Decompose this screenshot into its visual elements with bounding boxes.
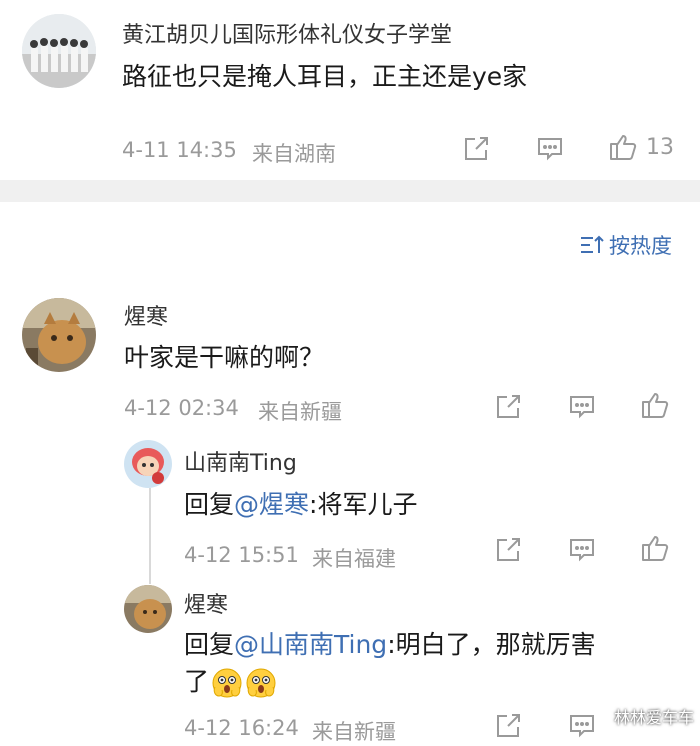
like-icon [610, 135, 637, 160]
reply-location: 来自福建 [312, 547, 396, 571]
reply-text-continued: 了 [184, 662, 277, 699]
comment-text: 路征也只是掩人耳目，正主还是ye家 [122, 62, 528, 91]
share-button[interactable] [494, 536, 522, 564]
comment-button[interactable] [568, 712, 596, 740]
reply-body-line2: 了 [184, 667, 210, 696]
like-button[interactable]: 13 [608, 132, 674, 162]
reply-time: 4-12 16:24 [184, 716, 299, 740]
thread-line [149, 488, 151, 584]
comment-location: 来自新疆 [258, 400, 342, 424]
shocked-face-emoji [212, 668, 242, 698]
reply-prefix: 回复 [184, 630, 235, 659]
share-icon [465, 137, 488, 160]
avatar[interactable] [22, 298, 96, 372]
avatar[interactable] [124, 440, 172, 488]
reply-username[interactable]: 煋寒 [184, 587, 228, 619]
like-icon [642, 393, 669, 418]
avatar[interactable] [124, 585, 172, 633]
like-count: 13 [646, 134, 674, 160]
reply-username[interactable]: 山南南Ting [184, 445, 297, 477]
comment-username[interactable]: 煋寒 [124, 299, 168, 331]
comment-icon [538, 138, 562, 161]
comment-location: 来自湖南 [252, 142, 336, 166]
share-icon [497, 395, 520, 418]
like-button[interactable] [640, 533, 670, 563]
section-divider [0, 180, 700, 202]
comment-button[interactable] [568, 536, 596, 564]
reply-time: 4-12 15:51 [184, 543, 299, 567]
like-icon [642, 536, 669, 561]
reply-body: :将军儿子 [309, 490, 418, 519]
sort-icon [581, 235, 604, 253]
sort-label: 按热度 [609, 234, 672, 258]
comment-time: 4-11 14:35 [122, 138, 237, 162]
shocked-face-emoji [246, 668, 276, 698]
comment-text: 叶家是干嘛的啊？ [124, 343, 325, 372]
reply-prefix: 回复 [184, 490, 235, 519]
comment-username[interactable]: 黄江胡贝儿国际形体礼仪女子学堂 [122, 17, 452, 49]
comment-icon [570, 715, 594, 738]
share-icon [497, 538, 520, 561]
share-icon [497, 714, 520, 737]
comment-icon [570, 539, 594, 562]
reply-location: 来自新疆 [312, 720, 396, 744]
comment-button[interactable] [536, 135, 564, 163]
comment-icon [570, 396, 594, 419]
share-button[interactable] [494, 393, 522, 421]
comment-button[interactable] [568, 393, 596, 421]
sort-by-hot-button[interactable]: 按热度 [579, 230, 672, 260]
reply-body: :明白了，那就厉害 [387, 630, 596, 659]
like-button[interactable] [640, 390, 670, 420]
mention-link[interactable]: @山南南Ting [234, 630, 387, 659]
share-button[interactable] [462, 135, 490, 163]
avatar[interactable] [22, 14, 96, 88]
reply-text: 回复@煋寒:将军儿子 [184, 485, 417, 521]
comment-time: 4-12 02:34 [124, 396, 239, 420]
mention-link[interactable]: @煋寒 [234, 490, 309, 519]
reply-text: 回复@山南南Ting:明白了，那就厉害 [184, 625, 596, 661]
share-button[interactable] [494, 712, 522, 740]
watermark: 林林爱车车 [613, 708, 694, 727]
